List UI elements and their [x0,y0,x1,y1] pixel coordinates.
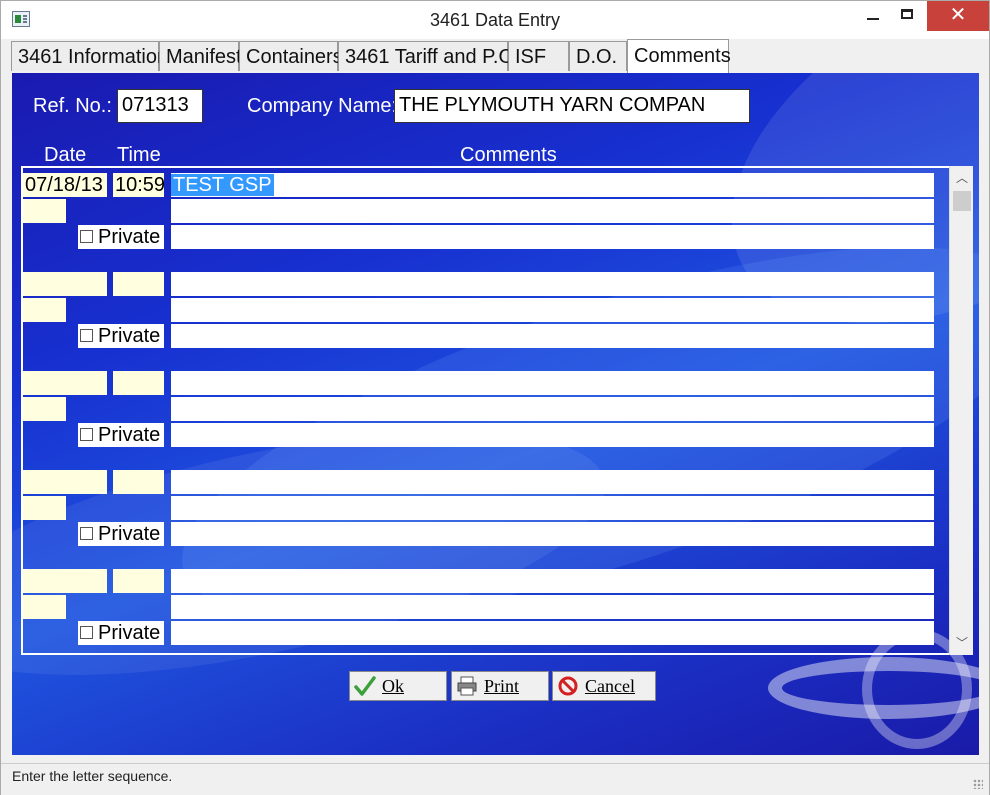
comment-line-2[interactable] [171,298,934,322]
private-checkbox[interactable]: Private [78,522,164,546]
no-entry-icon [558,676,578,696]
date-cell[interactable]: 07/18/13 [23,173,107,197]
date-column-header: Date [44,144,87,166]
vertical-scrollbar[interactable]: ︿ ﹀ [949,166,973,655]
cancel-button[interactable]: Cancel [552,671,656,701]
comment-line-2[interactable] [171,397,934,421]
date-cell[interactable] [23,272,107,296]
tab-3461-information[interactable]: 3461 Information [11,41,168,71]
comment-line-2[interactable] [171,199,934,223]
checkmark-icon [354,676,376,696]
comment-line-1[interactable] [171,470,934,494]
tab-isf[interactable]: ISF [508,41,569,71]
checkbox-icon[interactable] [80,329,93,342]
comment-line-2[interactable] [171,496,934,520]
user-cell[interactable] [23,595,66,619]
title-bar: 3461 Data Entry ✕ [1,1,989,39]
time-column-header: Time [117,144,161,166]
time-cell[interactable] [113,569,164,593]
time-cell[interactable]: 10:59 [113,173,164,197]
date-cell[interactable] [23,371,107,395]
comment-line-1[interactable] [171,371,934,395]
printer-icon [457,676,477,696]
checkbox-icon[interactable] [80,527,93,540]
ok-button[interactable]: Ok [349,671,447,701]
comment-line-1[interactable] [171,272,934,296]
status-text: Enter the letter sequence. [12,768,173,784]
time-cell[interactable] [113,272,164,296]
comment-line-3[interactable] [171,621,934,645]
company-name-field[interactable]: THE PLYMOUTH YARN COMPAN [394,89,750,123]
private-checkbox[interactable]: Private [78,324,164,348]
comments-column-header: Comments [460,144,557,166]
tab-3461-tariff-po[interactable]: 3461 Tariff and P.O. [338,41,520,71]
time-cell[interactable] [113,371,164,395]
window-title: 3461 Data Entry [429,10,561,30]
date-cell[interactable] [23,470,107,494]
comment-line-3[interactable] [171,423,934,447]
private-checkbox[interactable]: Private [78,225,164,249]
company-name-label: Company Name: [247,95,398,117]
user-cell[interactable] [23,397,66,421]
private-label: Private [98,325,161,347]
private-label: Private [98,424,161,446]
comment-line-3[interactable] [171,522,934,546]
status-bar: Enter the letter sequence. [1,763,989,795]
ref-no-label: Ref. No.: [33,95,112,117]
private-label: Private [98,523,161,545]
comment-line-1[interactable]: TEST GSP [171,173,934,197]
private-label: Private [98,226,161,248]
comment-line-1[interactable] [171,569,934,593]
comment-line-3[interactable] [171,225,934,249]
scroll-up-arrow-icon[interactable]: ︿ [950,168,974,188]
private-checkbox[interactable]: Private [78,621,164,645]
time-cell[interactable] [113,470,164,494]
resize-grip-icon[interactable] [973,779,983,789]
checkbox-icon[interactable] [80,428,93,441]
selected-comment-text: TEST GSP [171,174,274,196]
print-button-label: Print [484,676,520,696]
cancel-button-label: Cancel [585,676,635,696]
user-cell[interactable] [23,298,66,322]
close-button[interactable]: ✕ [927,1,989,31]
user-cell[interactable] [23,496,66,520]
tab-do[interactable]: D.O. [569,41,627,71]
maximize-button[interactable] [885,1,931,31]
ok-button-label: Ok [382,676,404,696]
user-cell[interactable] [23,199,66,223]
comments-grid: 07/18/13 10:59 TEST GSP Private Private [21,166,963,655]
checkbox-icon[interactable] [80,626,93,639]
ref-no-field[interactable]: 071313 [117,89,203,123]
print-button[interactable]: Print [451,671,549,701]
scroll-down-arrow-icon[interactable]: ﹀ [950,633,974,653]
comment-line-3[interactable] [171,324,934,348]
comments-panel: Ref. No.: 071313 Company Name: THE PLYMO… [12,73,979,755]
tab-comments[interactable]: Comments [627,39,731,73]
tab-manifest[interactable]: Manifest [159,41,242,71]
private-checkbox[interactable]: Private [78,423,164,447]
checkbox-icon[interactable] [80,230,93,243]
scroll-thumb[interactable] [953,191,971,211]
comment-line-2[interactable] [171,595,934,619]
private-label: Private [98,622,161,644]
tab-containers[interactable]: Containers [239,41,343,71]
close-icon: ✕ [949,4,967,26]
date-cell[interactable] [23,569,107,593]
data-entry-window: 3461 Data Entry ✕ 3461 Information Manif… [0,0,990,795]
